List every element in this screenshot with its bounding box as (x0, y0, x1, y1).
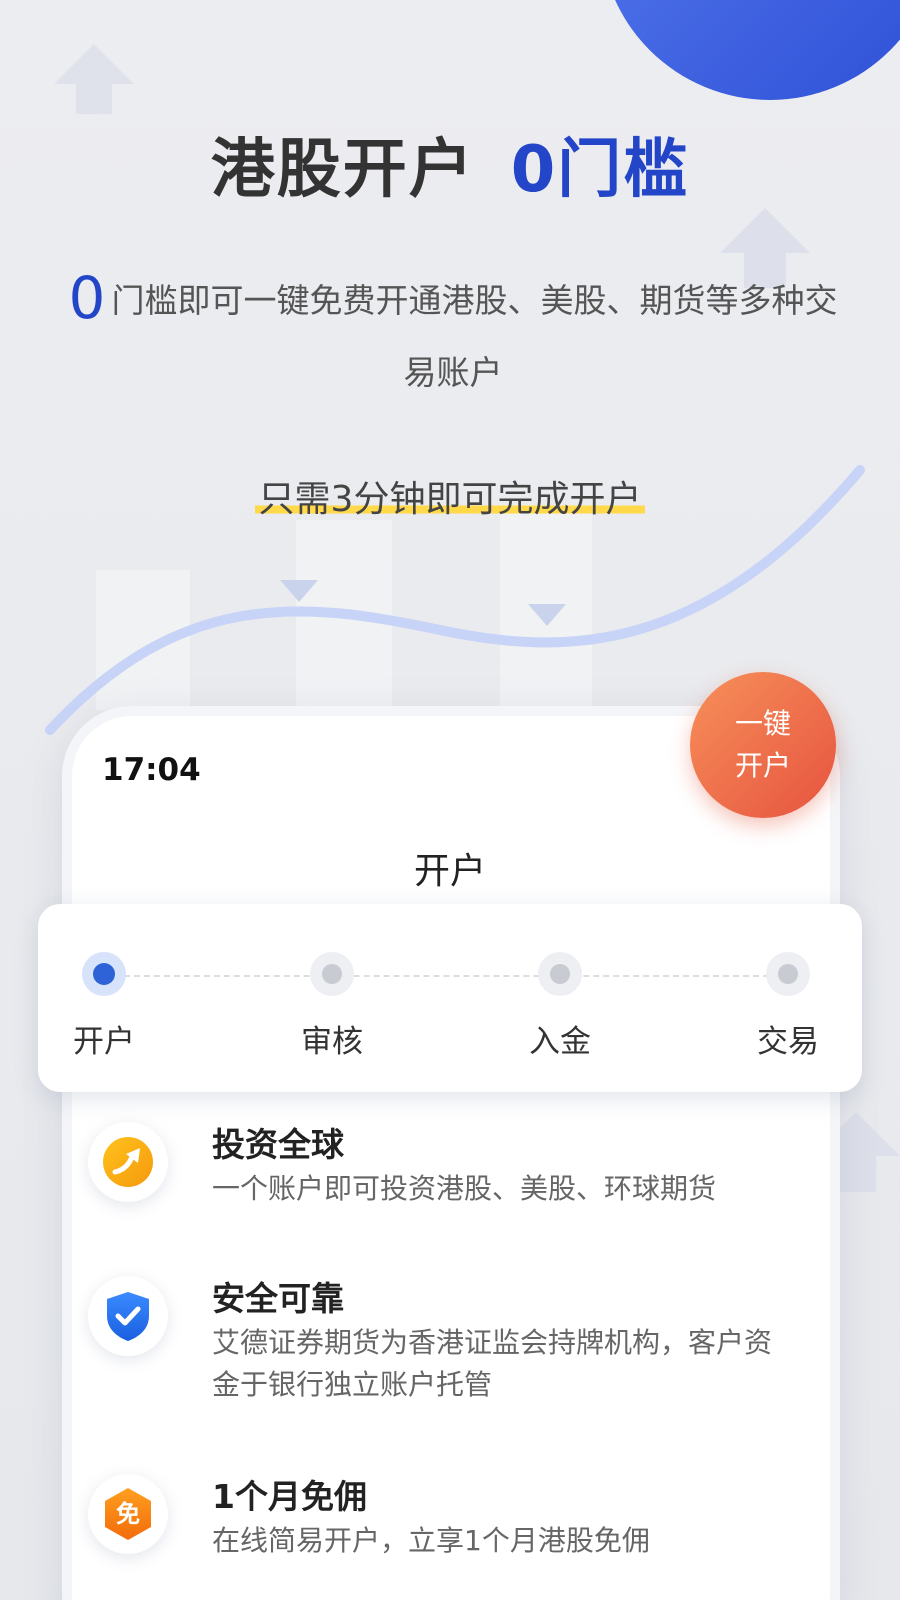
step-indicator (82, 952, 126, 996)
headline-main: 港股开户 (210, 133, 475, 207)
step-open-account: 开户 (44, 952, 164, 1061)
trend-arrow-icon (88, 1122, 168, 1202)
subheadline: 0 门槛即可一键免费开通港股、美股、期货等多种交易账户 (58, 262, 848, 409)
step-review: 审核 (272, 952, 392, 1061)
step-trade: 交易 (728, 952, 848, 1061)
step-indicator (766, 952, 810, 996)
subheadline-zero: 0 (68, 264, 106, 332)
step-label: 开户 (73, 1024, 135, 1060)
tagline: 只需3分钟即可完成开户 (0, 470, 900, 522)
step-deposit: 入金 (500, 952, 620, 1061)
step-indicator (310, 952, 354, 996)
feature-description: 一个账户即可投资港股、美股、环球期货 (212, 1172, 717, 1205)
free-badge-icon: 免 (88, 1474, 168, 1554)
phone-page-title: 开户 (413, 851, 486, 892)
up-arrow-decoration-icon (54, 44, 134, 114)
page-headline: 港股开户 0门槛 (0, 118, 900, 210)
one-click-open-account-button[interactable]: 一键 开户 (690, 672, 836, 818)
shield-check-icon (88, 1276, 168, 1356)
feature-description: 在线简易开户，立享1个月港股免佣 (212, 1524, 650, 1557)
step-label: 交易 (757, 1024, 819, 1060)
cta-label-line2: 开户 (734, 749, 791, 782)
feature-title: 安全可靠 (212, 1279, 344, 1318)
feature-title: 投资全球 (212, 1125, 344, 1164)
step-label: 入金 (529, 1024, 591, 1060)
phone-status-time: 17:04 (102, 752, 201, 788)
phone-mockup (62, 706, 840, 1600)
cta-label-line1: 一键 (734, 707, 791, 740)
tagline-text: 只需3分钟即可完成开户 (254, 470, 646, 522)
feature-description: 艾德证券期货为香港证监会持牌机构，客户资金于银行独立账户托管 (212, 1326, 773, 1401)
step-label: 审核 (301, 1024, 363, 1060)
corner-decoration (600, 0, 900, 100)
free-badge-text: 免 (116, 1500, 140, 1528)
feature-title: 1个月免佣 (212, 1477, 367, 1516)
progress-steps-connector (104, 975, 789, 977)
step-indicator (538, 952, 582, 996)
subheadline-text: 门槛即可一键免费开通港股、美股、期货等多种交易账户 (111, 281, 838, 392)
headline-highlight: 0门槛 (510, 133, 690, 207)
